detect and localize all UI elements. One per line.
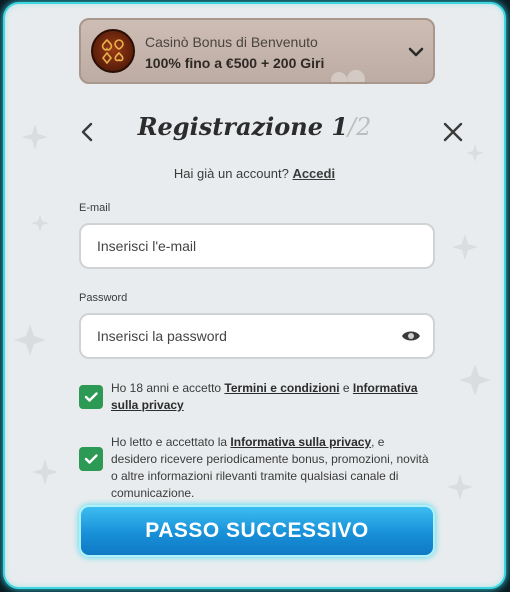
check-icon [84, 392, 98, 402]
next-step-button[interactable]: PASSO SUCCESSIVO [79, 505, 435, 557]
marketing-consent-text: Ho letto e accettato la Informativa sull… [111, 434, 433, 502]
login-link[interactable]: Accedi [292, 166, 335, 181]
account-prompt: Hai già un account? Accedi [5, 166, 504, 181]
email-label: E-mail [79, 202, 111, 214]
page-title: Registrazione 1/2 [5, 112, 504, 141]
eye-icon[interactable] [401, 328, 421, 344]
decor-bubble [347, 70, 365, 82]
terms-checkbox[interactable] [79, 385, 103, 409]
terms-middle: e [339, 381, 353, 395]
decor-bubble [331, 72, 347, 82]
registration-modal: Casinò Bonus di Benvenuto 100% fino a €5… [3, 2, 506, 589]
terms-consent-text: Ho 18 anni e accetto Termini e condizion… [111, 380, 433, 414]
step-current: 1 [331, 112, 349, 141]
email-placeholder: Inserisci l'e-mail [97, 238, 197, 254]
terms-prefix: Ho 18 anni e accetto [111, 381, 225, 395]
card-suits-icon [91, 29, 135, 73]
close-icon[interactable] [441, 120, 465, 144]
welcome-bonus-banner[interactable]: Casinò Bonus di Benvenuto 100% fino a €5… [79, 18, 435, 84]
marketing-prefix: Ho letto e accettato la [111, 435, 231, 449]
email-field[interactable]: Inserisci l'e-mail [79, 223, 435, 269]
chevron-down-icon[interactable] [407, 43, 425, 61]
marketing-checkbox[interactable] [79, 447, 103, 471]
privacy-link-2[interactable]: Informativa sulla privacy [230, 435, 371, 449]
title-text: Registrazione [137, 112, 323, 141]
check-icon [84, 454, 98, 464]
bonus-offer: 100% fino a €500 + 200 Giri [145, 55, 325, 71]
terms-link[interactable]: Termini e condizioni [224, 381, 339, 395]
password-placeholder: Inserisci la password [97, 328, 227, 344]
account-prompt-text: Hai già un account? [173, 166, 293, 181]
password-field[interactable]: Inserisci la password [79, 313, 435, 359]
password-label: Password [79, 292, 128, 304]
bonus-title: Casinò Bonus di Benvenuto [145, 34, 318, 50]
step-total: /2 [348, 113, 372, 141]
